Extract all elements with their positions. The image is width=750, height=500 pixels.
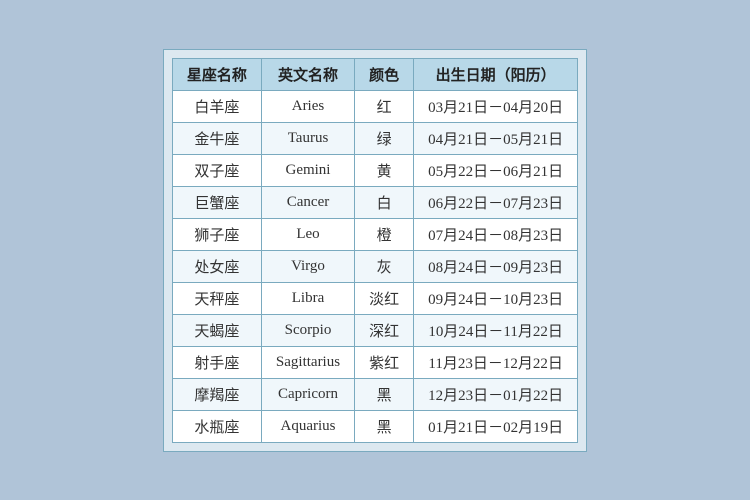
table-cell-7-0: 天蝎座 — [172, 314, 261, 346]
table-cell-10-3: 01月21日－02月19日 — [414, 410, 578, 442]
table-cell-7-3: 10月24日－11月22日 — [414, 314, 578, 346]
table-cell-1-2: 绿 — [355, 122, 414, 154]
table-row: 射手座Sagittarius紫红11月23日－12月22日 — [172, 346, 577, 378]
table-cell-3-2: 白 — [355, 186, 414, 218]
table-row: 摩羯座Capricorn黑12月23日－01月22日 — [172, 378, 577, 410]
table-cell-6-3: 09月24日－10月23日 — [414, 282, 578, 314]
table-cell-0-0: 白羊座 — [172, 90, 261, 122]
table-cell-10-0: 水瓶座 — [172, 410, 261, 442]
table-cell-5-0: 处女座 — [172, 250, 261, 282]
column-header-0: 星座名称 — [172, 58, 261, 90]
column-header-3: 出生日期（阳历） — [414, 58, 578, 90]
table-cell-5-1: Virgo — [261, 250, 354, 282]
table-cell-7-1: Scorpio — [261, 314, 354, 346]
table-cell-9-2: 黑 — [355, 378, 414, 410]
table-cell-7-2: 深红 — [355, 314, 414, 346]
table-cell-9-0: 摩羯座 — [172, 378, 261, 410]
table-cell-10-1: Aquarius — [261, 410, 354, 442]
table-row: 巨蟹座Cancer白06月22日－07月23日 — [172, 186, 577, 218]
table-cell-0-3: 03月21日－04月20日 — [414, 90, 578, 122]
table-row: 白羊座Aries红03月21日－04月20日 — [172, 90, 577, 122]
table-cell-10-2: 黑 — [355, 410, 414, 442]
zodiac-table: 星座名称英文名称颜色出生日期（阳历） 白羊座Aries红03月21日－04月20… — [172, 58, 578, 443]
table-cell-4-2: 橙 — [355, 218, 414, 250]
table-row: 狮子座Leo橙07月24日－08月23日 — [172, 218, 577, 250]
table-cell-8-0: 射手座 — [172, 346, 261, 378]
table-cell-6-0: 天秤座 — [172, 282, 261, 314]
table-cell-4-1: Leo — [261, 218, 354, 250]
table-cell-9-3: 12月23日－01月22日 — [414, 378, 578, 410]
table-cell-2-0: 双子座 — [172, 154, 261, 186]
table-row: 天蝎座Scorpio深红10月24日－11月22日 — [172, 314, 577, 346]
table-cell-2-1: Gemini — [261, 154, 354, 186]
table-header-row: 星座名称英文名称颜色出生日期（阳历） — [172, 58, 577, 90]
table-cell-1-1: Taurus — [261, 122, 354, 154]
table-cell-6-2: 淡红 — [355, 282, 414, 314]
table-row: 水瓶座Aquarius黑01月21日－02月19日 — [172, 410, 577, 442]
table-cell-4-3: 07月24日－08月23日 — [414, 218, 578, 250]
table-row: 天秤座Libra淡红09月24日－10月23日 — [172, 282, 577, 314]
table-cell-1-0: 金牛座 — [172, 122, 261, 154]
table-row: 双子座Gemini黄05月22日－06月21日 — [172, 154, 577, 186]
table-cell-5-3: 08月24日－09月23日 — [414, 250, 578, 282]
table-cell-2-2: 黄 — [355, 154, 414, 186]
table-cell-1-3: 04月21日－05月21日 — [414, 122, 578, 154]
table-cell-5-2: 灰 — [355, 250, 414, 282]
table-cell-0-2: 红 — [355, 90, 414, 122]
table-cell-4-0: 狮子座 — [172, 218, 261, 250]
table-cell-0-1: Aries — [261, 90, 354, 122]
table-cell-8-2: 紫红 — [355, 346, 414, 378]
table-cell-2-3: 05月22日－06月21日 — [414, 154, 578, 186]
table-cell-3-3: 06月22日－07月23日 — [414, 186, 578, 218]
table-cell-9-1: Capricorn — [261, 378, 354, 410]
table-row: 处女座Virgo灰08月24日－09月23日 — [172, 250, 577, 282]
column-header-2: 颜色 — [355, 58, 414, 90]
table-cell-3-0: 巨蟹座 — [172, 186, 261, 218]
table-container: 星座名称英文名称颜色出生日期（阳历） 白羊座Aries红03月21日－04月20… — [163, 49, 587, 452]
table-cell-8-1: Sagittarius — [261, 346, 354, 378]
table-cell-8-3: 11月23日－12月22日 — [414, 346, 578, 378]
column-header-1: 英文名称 — [261, 58, 354, 90]
table-cell-6-1: Libra — [261, 282, 354, 314]
table-row: 金牛座Taurus绿04月21日－05月21日 — [172, 122, 577, 154]
table-cell-3-1: Cancer — [261, 186, 354, 218]
